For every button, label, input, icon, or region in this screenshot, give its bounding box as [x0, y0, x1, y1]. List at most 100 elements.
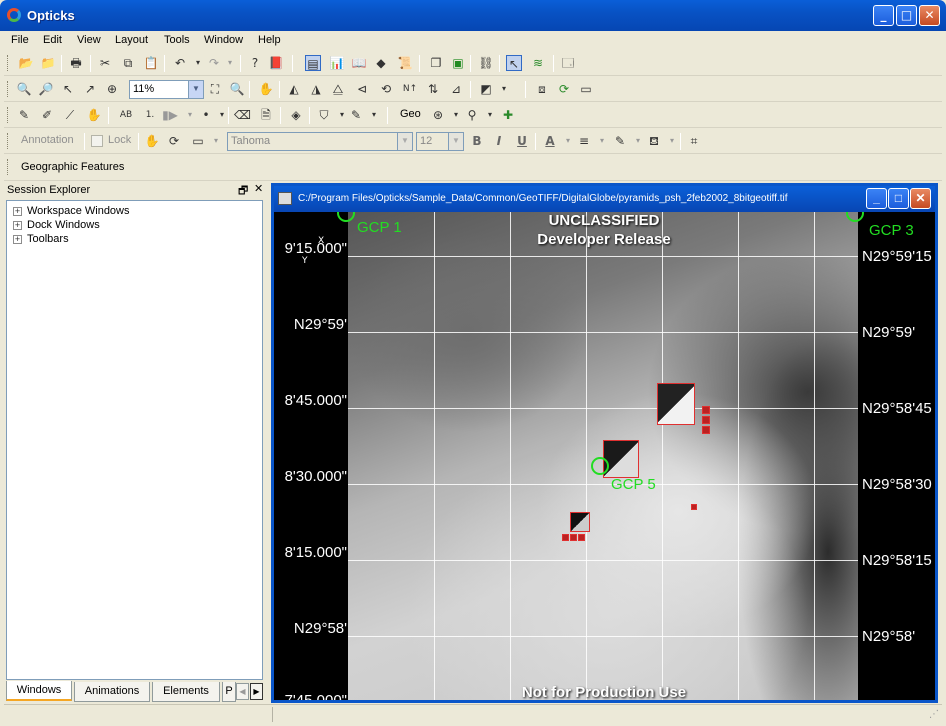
line-color-icon[interactable]: ✎ [612, 133, 628, 149]
tab-animations[interactable]: Animations [74, 682, 150, 702]
menu-edit[interactable]: Edit [43, 34, 62, 46]
geo-pin-icon[interactable]: ⚲ [464, 107, 480, 123]
zoom-level-combo[interactable]: 11% ▼ [129, 80, 204, 99]
fill-bucket-icon[interactable]: ⛾ [646, 133, 662, 149]
cut-icon[interactable]: ✂ [97, 55, 113, 71]
crop-icon[interactable]: ⌗ [686, 133, 702, 149]
menu-help[interactable]: Help [258, 34, 281, 46]
properties-icon[interactable]: 🗔 [560, 55, 576, 71]
north-arrow-icon[interactable]: N↑ [402, 81, 418, 97]
lock-checkbox[interactable] [91, 135, 103, 147]
pan-hand-icon[interactable]: ✋ [258, 81, 274, 97]
image-view[interactable]: GCP 1 GCP 5 GCP 3 UNCLASSIFIED Developer… [274, 212, 935, 700]
toolbar-grip[interactable] [7, 159, 10, 175]
text-ab-icon[interactable]: AB [116, 107, 136, 123]
undo-icon[interactable]: ↶ [172, 55, 188, 71]
chevron-down-icon[interactable]: ▼ [397, 133, 412, 150]
image-maximize-button[interactable]: □ [888, 188, 909, 209]
zoom-fit-icon[interactable]: ⊕ [104, 81, 120, 97]
shape-dropdown-icon[interactable]: ▾ [208, 133, 224, 149]
zoom-to-extent-icon[interactable]: ⛶ [207, 81, 223, 97]
menu-layout[interactable]: Layout [115, 34, 148, 46]
close-button[interactable]: ✕ [919, 5, 940, 26]
point-icon[interactable]: • [198, 107, 214, 123]
menu-file[interactable]: File [11, 34, 29, 46]
minimize-button[interactable]: _ [873, 5, 894, 26]
geo-pin-dropdown-icon[interactable]: ▾ [482, 107, 498, 123]
font-name-combo[interactable]: Tahoma ▼ [227, 132, 413, 151]
toolbar-grip[interactable] [7, 55, 10, 71]
link-icon[interactable]: ⛓ [478, 55, 494, 71]
flip-vertical-icon[interactable]: ⊲ [354, 81, 370, 97]
pyramid-khufu-marker[interactable] [657, 383, 695, 425]
redo-dropdown-icon[interactable]: ▾ [222, 55, 238, 71]
rectangle-icon[interactable]: ▭ [190, 133, 206, 149]
paste-icon[interactable]: 📋 [143, 55, 159, 71]
toolbar-grip[interactable] [7, 133, 10, 149]
window-tile-icon[interactable]: ▣ [450, 55, 466, 71]
maximize-button[interactable]: □ [896, 5, 917, 26]
toolbar-grip[interactable] [7, 107, 10, 123]
pyramid-menkaure-marker[interactable] [570, 512, 590, 532]
tree-item-dock-windows[interactable]: + Dock Windows [13, 219, 100, 231]
pyramid-khafre-marker[interactable] [603, 440, 639, 478]
overview-icon[interactable]: ⧈ [534, 81, 550, 97]
gcp-marker[interactable] [591, 457, 609, 475]
underline-button[interactable]: U [514, 133, 530, 149]
layers-icon[interactable]: ◆ [373, 55, 389, 71]
text-color-dropdown-icon[interactable]: ▾ [560, 133, 576, 149]
geo-add-icon[interactable]: ✚ [500, 107, 516, 123]
pencil-icon[interactable]: ✎ [16, 107, 32, 123]
select-arrow-icon[interactable]: ↖ [506, 55, 522, 71]
zoom-in-icon[interactable]: 🔍 [16, 81, 32, 97]
navigate-icon[interactable]: ◈ [288, 107, 304, 123]
flip-horizontal-icon[interactable]: ⧋ [330, 81, 346, 97]
fill-icon[interactable]: ⛉ [316, 107, 332, 123]
fill-dropdown-icon[interactable]: ▾ [664, 133, 680, 149]
zoom-point-icon[interactable]: ↗ [82, 81, 98, 97]
resize-grip-icon[interactable]: ⋰ [929, 709, 939, 720]
text-color-icon[interactable]: A [542, 133, 558, 149]
tree-item-workspace-windows[interactable]: + Workspace Windows [13, 205, 130, 217]
zoom-out-icon[interactable]: 🔎 [38, 81, 54, 97]
bold-button[interactable]: B [469, 133, 485, 149]
step-icon[interactable]: ▮▶ [162, 107, 178, 123]
gcp-marker[interactable] [846, 212, 864, 222]
screen-icon[interactable]: ▭ [578, 81, 594, 97]
session-explorer-icon[interactable]: ▤ [305, 55, 321, 71]
book-icon[interactable]: 📖 [351, 55, 367, 71]
tab-elements[interactable]: Elements [152, 682, 220, 702]
rotate-right-icon[interactable]: ◮ [308, 81, 324, 97]
pan-hand-icon[interactable]: ✋ [144, 133, 160, 149]
menu-window[interactable]: Window [204, 34, 243, 46]
reset-orientation-icon[interactable]: ⊿ [448, 81, 464, 97]
expand-icon[interactable]: + [13, 234, 22, 244]
window-cascade-icon[interactable]: ❐ [428, 55, 444, 71]
tab-scroll-left-icon[interactable]: ◀ [236, 683, 249, 700]
undo-dropdown-icon[interactable]: ▾ [190, 55, 206, 71]
tab-partial[interactable]: P [222, 682, 236, 702]
image-close-button[interactable]: ✕ [910, 188, 931, 209]
stack-layers-icon[interactable]: ≋ [530, 55, 546, 71]
step-dropdown-icon[interactable]: ▾ [182, 107, 198, 123]
help-book-icon[interactable]: 📕 [268, 55, 284, 71]
line-color-dropdown-icon[interactable]: ▾ [630, 133, 646, 149]
measure-icon[interactable]: ⟋ [62, 107, 78, 123]
copy-icon[interactable]: ⧉ [120, 55, 136, 71]
brush-dropdown-icon[interactable]: ▾ [366, 107, 382, 123]
menu-tools[interactable]: Tools [164, 34, 190, 46]
expand-icon[interactable]: + [13, 220, 22, 230]
north-up-icon[interactable]: ⇅ [425, 81, 441, 97]
rotate-icon[interactable]: ⟳ [166, 133, 182, 149]
refresh-icon[interactable]: ⟳ [556, 81, 572, 97]
new-icon[interactable]: 📂 [18, 55, 34, 71]
menu-view[interactable]: View [77, 34, 101, 46]
clear-icon[interactable]: 🗎 [258, 107, 274, 123]
redo-icon[interactable]: ↷ [206, 55, 222, 71]
eraser-icon[interactable]: ⌫ [234, 107, 251, 123]
geo-point-icon[interactable]: ⊛ [430, 107, 446, 123]
help-icon[interactable]: ? [247, 55, 263, 71]
image-minimize-button[interactable]: _ [866, 188, 887, 209]
hand-icon[interactable]: ✋ [86, 107, 102, 123]
geo-dropdown-icon[interactable]: ▾ [448, 107, 464, 123]
